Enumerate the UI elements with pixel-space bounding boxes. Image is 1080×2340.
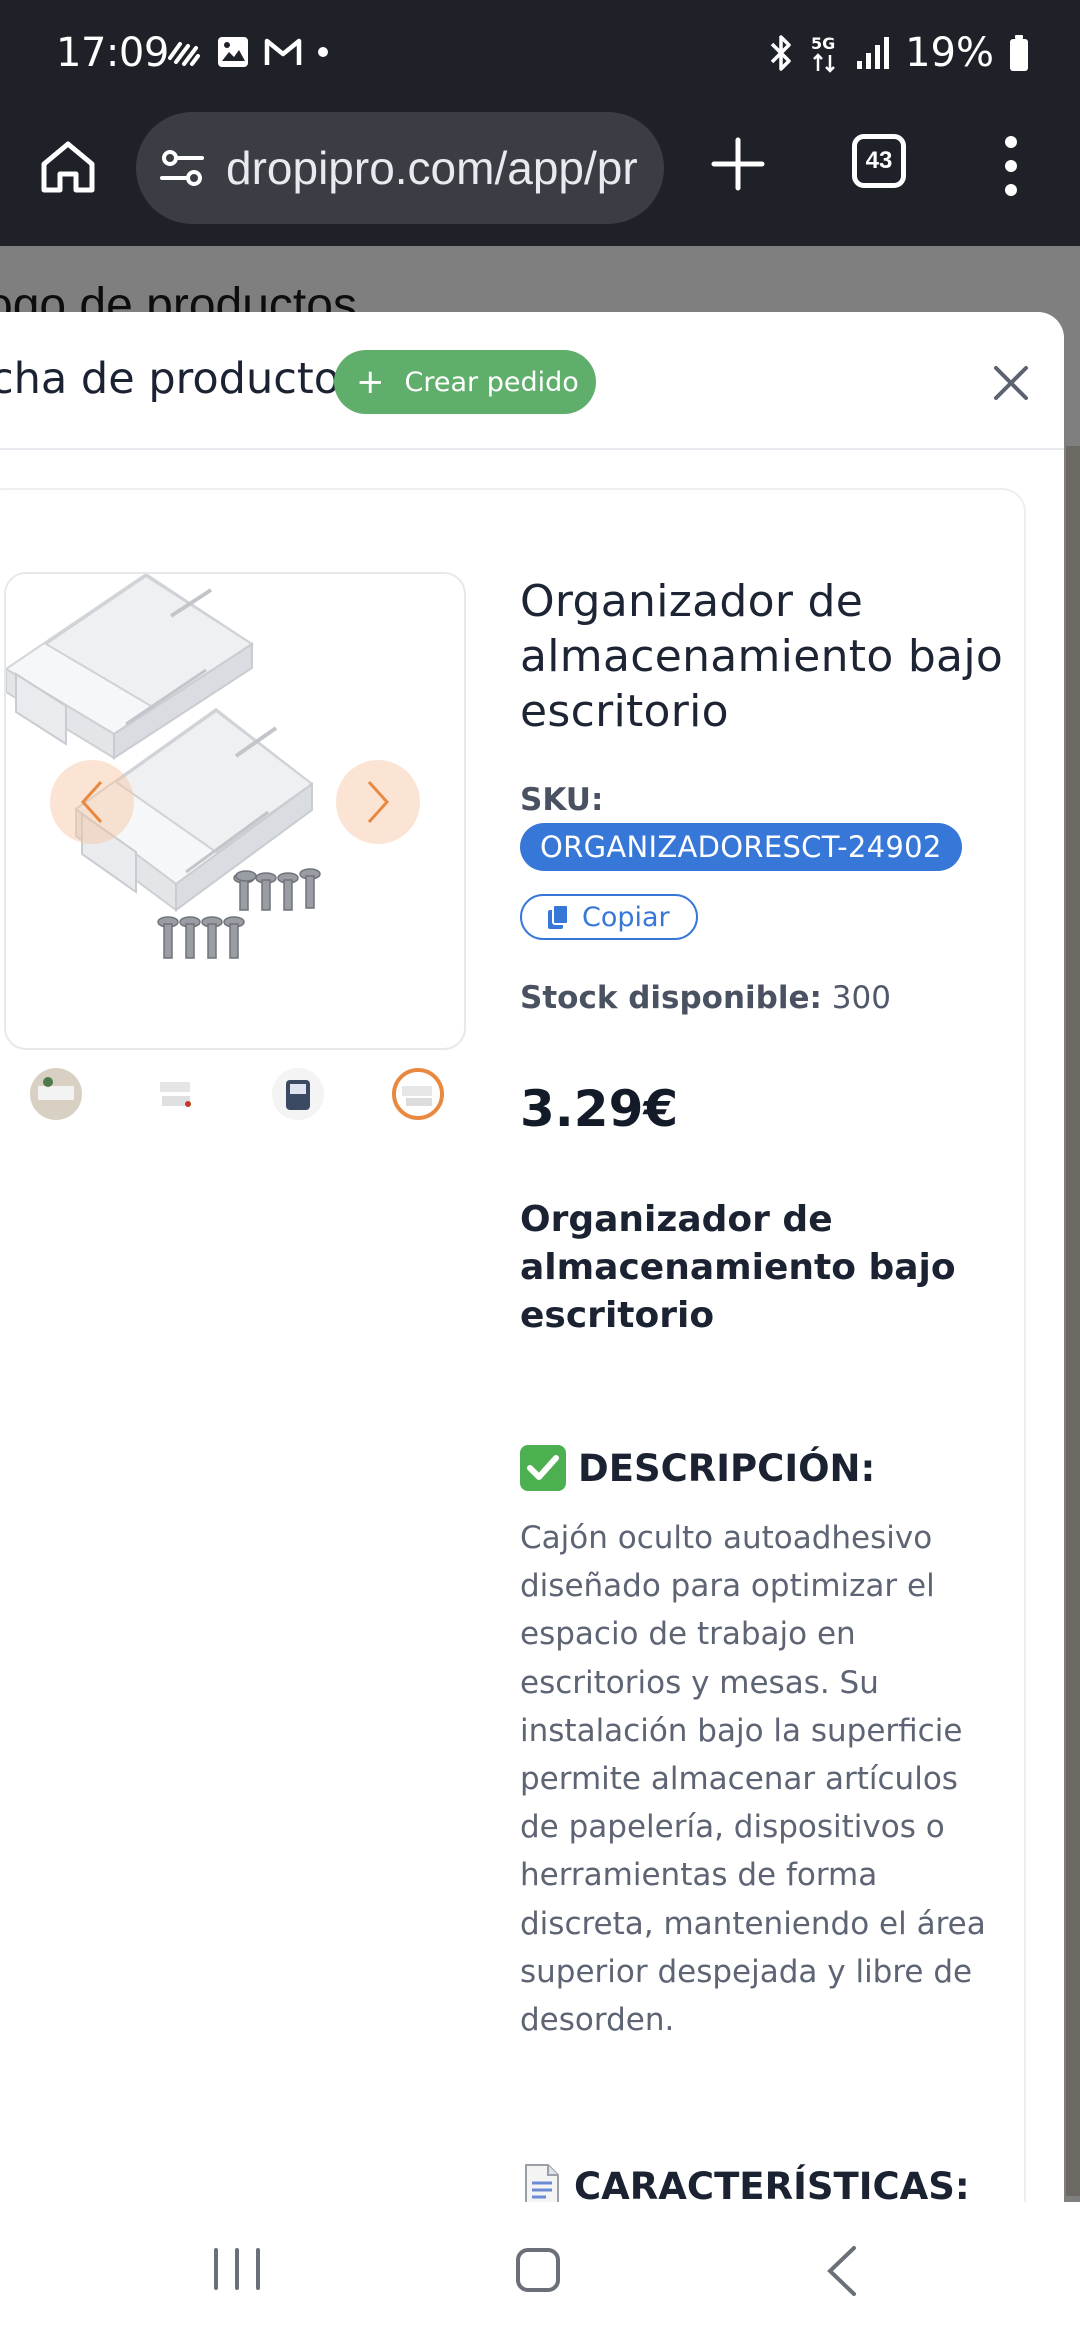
check-mark-icon [520, 1445, 566, 1491]
copy-sku-button[interactable]: Copiar [520, 894, 698, 940]
product-description: Cajón oculto autoadhesivo diseñado para … [520, 1520, 986, 2039]
stock-label: Stock disponible: [520, 980, 822, 1016]
status-right-icons: 5G 19% [767, 30, 1030, 76]
back-icon[interactable] [824, 2244, 860, 2298]
5g-icon: 5G [811, 34, 835, 73]
close-icon[interactable] [990, 362, 1032, 404]
system-navigation-bar [0, 2202, 1080, 2340]
browser-toolbar: dropipro.com/app/pr 43 [0, 110, 1080, 246]
chevron-left-icon [80, 780, 103, 824]
copy-label: Copiar [582, 901, 670, 933]
signal-bars-icon [857, 37, 890, 69]
svg-text:5G: 5G [811, 34, 835, 53]
recents-icon[interactable] [214, 2248, 260, 2290]
thumbnail-4-active[interactable] [392, 1068, 444, 1120]
description-heading: DESCRIPCIÓN: [520, 1445, 875, 1491]
battery-icon [1010, 35, 1028, 71]
product-info: Organizador de almacenamiento bajo escri… [520, 574, 1020, 739]
image-next-button[interactable] [336, 760, 420, 844]
copy-icon [548, 904, 569, 929]
signal-wave-icon [168, 42, 200, 66]
status-bar: 17:09 5G 19% [0, 0, 1080, 110]
notification-icons [166, 34, 330, 70]
stock-value: 300 [831, 980, 891, 1016]
home-nav-icon[interactable] [516, 2248, 560, 2292]
gmail-icon [264, 38, 302, 65]
thumbnail-strip [26, 1068, 456, 1124]
product-subtitle: Organizador de almacenamiento bajo escri… [520, 1199, 956, 1336]
thumbnail-3[interactable] [272, 1068, 324, 1120]
product-name: Organizador de almacenamiento bajo escri… [520, 576, 1004, 737]
description-heading-text: DESCRIPCIÓN: [578, 1446, 876, 1490]
product-price: 3.29€ [520, 1080, 679, 1138]
battery-percentage: 19% [905, 30, 994, 76]
url-text: dropipro.com/app/pr [226, 142, 638, 194]
gallery-icon [218, 37, 248, 67]
chevron-right-icon [367, 780, 390, 824]
site-settings-icon[interactable] [156, 142, 208, 194]
thumbnail-2[interactable] [150, 1068, 202, 1120]
tab-switcher-button[interactable]: 43 [852, 134, 906, 188]
modal-title: cha de producto [0, 354, 341, 404]
home-icon[interactable] [38, 136, 98, 196]
new-tab-icon[interactable] [706, 132, 770, 196]
sku-label: SKU: [520, 782, 604, 818]
more-menu-icon[interactable] [996, 136, 1026, 196]
address-bar[interactable]: dropipro.com/app/pr [136, 112, 664, 224]
image-prev-button[interactable] [50, 760, 134, 844]
create-order-label: Crear pedido [404, 366, 579, 398]
status-time: 17:09 [56, 30, 169, 76]
dot-icon [318, 47, 328, 57]
create-order-button[interactable]: + Crear pedido [334, 350, 596, 414]
sku-badge: ORGANIZADORESCT-24902 [520, 823, 962, 871]
bluetooth-icon [770, 35, 791, 71]
modal-header: cha de producto + Crear pedido [0, 312, 1064, 450]
plus-icon: + [356, 362, 385, 402]
stock-line: Stock disponible: 300 [520, 980, 891, 1016]
thumbnail-1[interactable] [30, 1068, 82, 1120]
